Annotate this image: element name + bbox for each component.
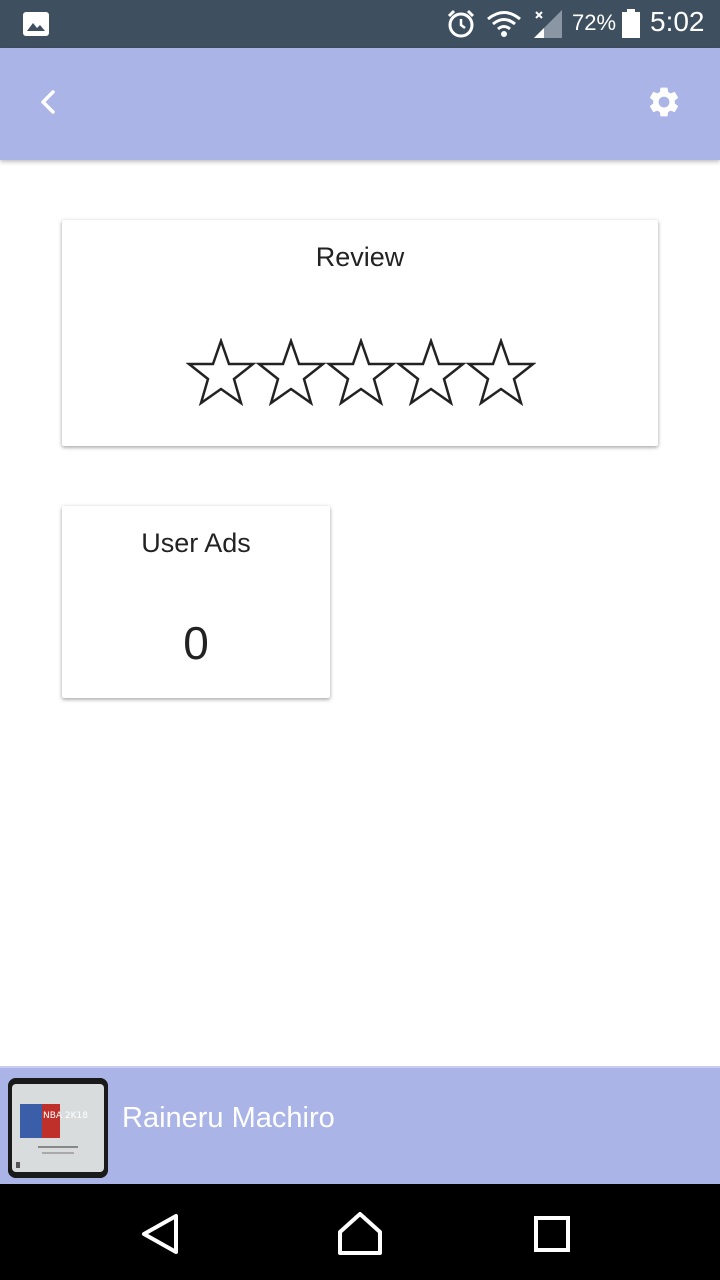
- chevron-left-icon: [41, 90, 55, 114]
- avatar[interactable]: NBA 2K18: [8, 1078, 108, 1178]
- star-icon[interactable]: [256, 338, 326, 408]
- wifi-icon: [486, 10, 522, 43]
- gear-icon: [649, 87, 679, 117]
- user-bar[interactable]: NBA 2K18 Raineru Machiro: [0, 1066, 720, 1184]
- nav-recents-icon[interactable]: [534, 1216, 570, 1252]
- status-bar: 72% 5:02: [0, 0, 720, 48]
- signal-icon: [532, 10, 564, 45]
- star-icon[interactable]: [396, 338, 466, 408]
- star-icon[interactable]: [186, 338, 256, 408]
- clock: 5:02: [650, 6, 705, 37]
- app-bar: [0, 48, 720, 160]
- user-ads-title: User Ads: [141, 528, 251, 558]
- star-icon[interactable]: [326, 338, 396, 408]
- review-title: Review: [315, 242, 405, 272]
- avatar-image: NBA 2K18: [8, 1078, 108, 1178]
- user-ads-card[interactable]: User Ads 0: [62, 506, 330, 698]
- system-nav-bar: [0, 1184, 720, 1280]
- gallery-icon: [22, 11, 50, 42]
- star-rating[interactable]: [186, 338, 536, 408]
- alarm-icon: [446, 9, 476, 44]
- battery-icon: [621, 9, 641, 44]
- user-ads-count: 0: [183, 617, 209, 669]
- back-button[interactable]: [30, 82, 70, 122]
- star-icon[interactable]: [466, 338, 536, 408]
- nav-back-icon[interactable]: [138, 1212, 182, 1256]
- review-card: Review: [62, 220, 658, 446]
- nav-home-icon[interactable]: [336, 1210, 384, 1256]
- svg-text:NBA 2K18: NBA 2K18: [43, 1111, 88, 1121]
- settings-button[interactable]: [646, 84, 682, 120]
- battery-percent: 72%: [572, 10, 617, 35]
- user-name: Raineru Machiro: [122, 1102, 335, 1134]
